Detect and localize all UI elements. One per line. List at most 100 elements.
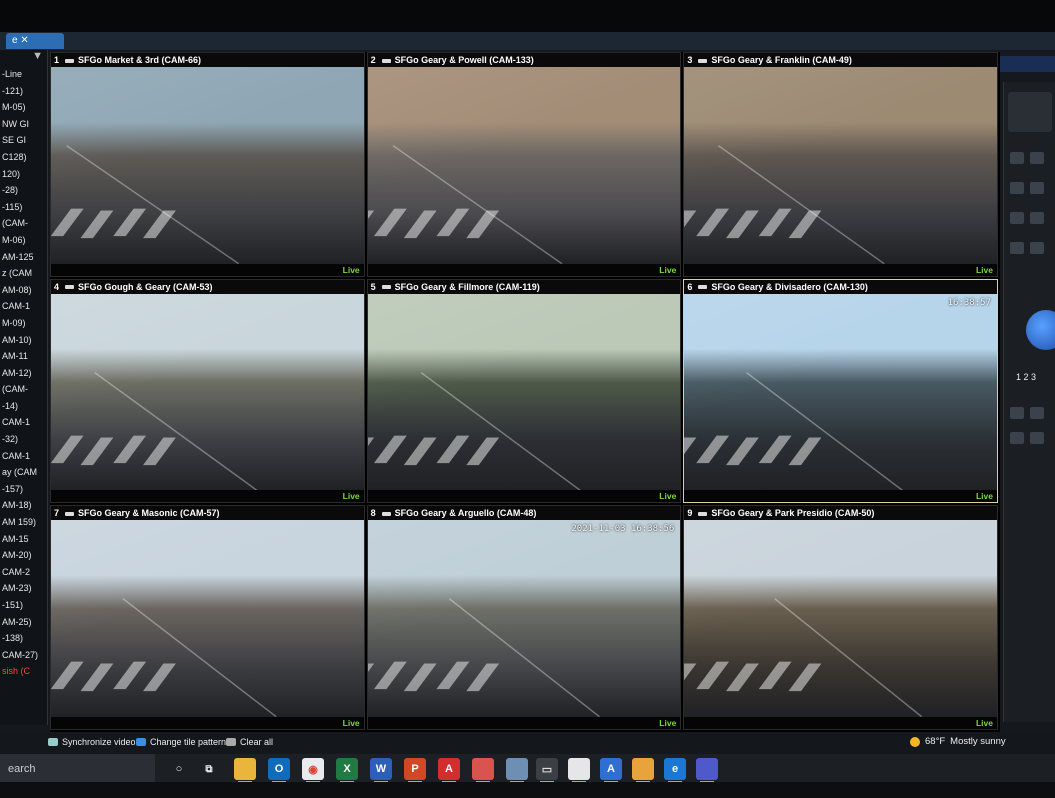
camera-list-item[interactable]: CAM-1 [0,448,47,465]
ptz-button[interactable] [1010,212,1024,224]
ptz-button[interactable] [1030,212,1044,224]
camera-list-item[interactable]: CAM-2 [0,564,47,581]
camera-feed[interactable] [367,67,681,265]
street-scene [684,145,886,265]
camera-list-item[interactable]: sish (C [0,663,47,680]
camera-list-item[interactable]: -151) [0,597,47,614]
camera-list-item[interactable]: M-05) [0,99,47,116]
camera-list-item[interactable]: AM-25) [0,614,47,631]
app-icon[interactable] [506,758,528,783]
camera-list-item[interactable]: AM-10) [0,332,47,349]
camera-list-item[interactable]: NW GI [0,116,47,133]
video-tile[interactable]: 8 SFGo Geary & Arguello (CAM-48) 2021-11-0… [366,505,682,730]
camera-list-item[interactable]: AM-11 [0,348,47,365]
cortana-icon[interactable]: ○ [168,758,190,780]
search-box[interactable]: earch [0,754,155,784]
video-tile[interactable]: 2 SFGo Geary & Powell (CAM-133) Live [366,52,682,277]
camera-list-item[interactable]: -Line [0,66,47,83]
video-tile[interactable]: 7 SFGo Geary & Masonic (CAM-57) Live [50,505,365,730]
acrobat-icon[interactable]: A [438,758,460,783]
camera-list-item[interactable]: -138) [0,630,47,647]
camera-list-item[interactable]: M-06) [0,232,47,249]
camera-feed[interactable] [50,67,364,265]
camera-title: SFGo Geary & Divisadero (CAM-130) [711,281,868,292]
synchronize-video-button[interactable]: Synchronize video [48,737,136,747]
camera-list-item[interactable]: AM-15 [0,531,47,548]
outlook-icon[interactable]: O [268,758,290,783]
camera-list-item[interactable]: AM-20) [0,547,47,564]
tile-number: 6 [687,281,693,292]
camera-list-item[interactable]: CAM-27) [0,647,47,664]
video-tile[interactable]: 3 SFGo Geary & Franklin (CAM-49) Live [683,52,998,277]
camera-list-item[interactable]: AM-08) [0,282,47,299]
crosswalk-stripe [143,210,176,239]
ptz-button[interactable] [1030,242,1044,254]
camera-list-item[interactable]: -32) [0,431,47,448]
app-a-icon[interactable]: A [600,758,622,783]
camera-list-item[interactable]: (CAM- [0,215,47,232]
camera-list-item[interactable]: -121) [0,83,47,100]
camera-list-item[interactable]: 120) [0,166,47,183]
powerpoint-icon[interactable]: P [404,758,426,783]
camera-list-item[interactable]: -115) [0,199,47,216]
video-tile[interactable]: 9 SFGo Geary & Park Presidio (CAM-50) Live [683,505,998,730]
ptz-joystick[interactable] [1026,310,1055,350]
ptz-button[interactable] [1010,432,1024,444]
tile-number: 4 [54,281,60,292]
ptz-button[interactable] [1010,152,1024,164]
camera-list-item[interactable]: ay (CAM [0,464,47,481]
camera-list-item[interactable]: C128) [0,149,47,166]
camera-feed[interactable] [684,520,997,718]
change-tile-pattern-button[interactable]: Change tile pattern [136,737,226,747]
camera-feed[interactable] [367,293,681,491]
camera-list-item[interactable]: -157) [0,481,47,498]
app-icon[interactable] [632,758,654,783]
video-tile[interactable]: 5 SFGo Geary & Fillmore (CAM-119) Live [366,278,682,504]
camera-list-item[interactable]: M-09) [0,315,47,332]
camera-list-item[interactable]: AM-12) [0,365,47,382]
camera-feed[interactable] [367,520,681,718]
file-explorer-icon[interactable] [234,758,256,783]
camera-list-item[interactable]: CAM-1 [0,298,47,315]
camera-list-item[interactable]: CAM-1 [0,414,47,431]
task-view-icon[interactable]: ⧉ [198,758,220,780]
camera-feed[interactable] [50,293,364,491]
video-tile[interactable]: 1 SFGo Market & 3rd (CAM-66) Live [50,52,365,277]
weather-widget[interactable]: 68°F Mostly sunny [910,736,1006,747]
preset-numbers[interactable]: 1 2 3 [1016,372,1036,382]
excel-icon[interactable]: X [336,758,358,783]
document-icon[interactable] [568,758,590,783]
camera-feed[interactable] [50,520,364,718]
app-tab[interactable]: e ✕ [6,33,64,49]
chrome-icon[interactable]: ◉ [302,758,324,783]
video-tile[interactable]: 4 SFGo Gough & Geary (CAM-53) Live [50,278,365,504]
camera-list-item[interactable]: AM-18) [0,497,47,514]
camera-list-item[interactable]: AM 159) [0,514,47,531]
camera-list-item[interactable]: AM-125 [0,249,47,266]
filter-icon[interactable]: ▼ [0,50,47,66]
ptz-button[interactable] [1030,407,1044,419]
terminal-icon[interactable]: ▭ [536,758,558,783]
camera-list-item[interactable]: AM-23) [0,580,47,597]
ptz-button[interactable] [1030,432,1044,444]
ptz-button[interactable] [1030,152,1044,164]
camera-feed[interactable] [684,67,997,265]
video-tile[interactable]: 6 SFGo Geary & Divisadero (CAM-130) 16:38:… [683,278,998,504]
ptz-button[interactable] [1010,182,1024,194]
teams-icon[interactable] [696,758,718,783]
camera-list-item[interactable]: (CAM- [0,381,47,398]
camera-list-item[interactable]: z (CAM [0,265,47,282]
word-icon[interactable]: W [370,758,392,783]
ptz-button[interactable] [1030,182,1044,194]
clear-all-button[interactable]: Clear all [226,737,273,747]
edge-icon[interactable]: e [664,758,686,783]
camera-list-item[interactable]: -28) [0,182,47,199]
tile-footer: Live [684,263,997,276]
ptz-button[interactable] [1010,407,1024,419]
camera-list-item[interactable]: SE GI [0,132,47,149]
app-icon[interactable] [472,758,494,783]
camera-feed[interactable] [684,293,997,491]
camera-list-item[interactable]: -14) [0,398,47,415]
ptz-button[interactable] [1010,242,1024,254]
camera-title: SFGo Geary & Arguello (CAM-48) [394,508,537,519]
